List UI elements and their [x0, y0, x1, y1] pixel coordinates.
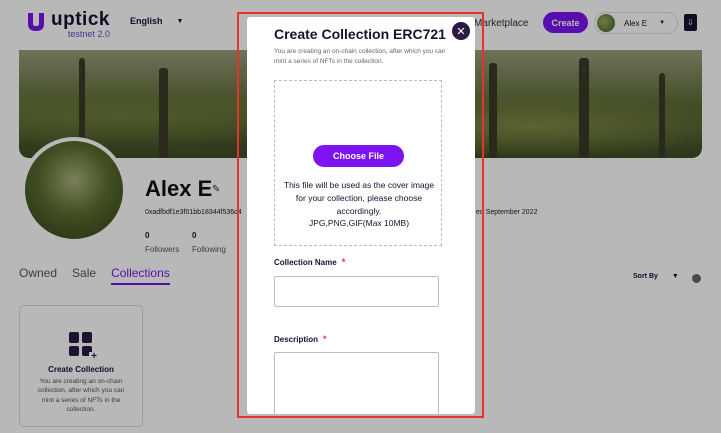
highlight-frame — [237, 12, 484, 418]
